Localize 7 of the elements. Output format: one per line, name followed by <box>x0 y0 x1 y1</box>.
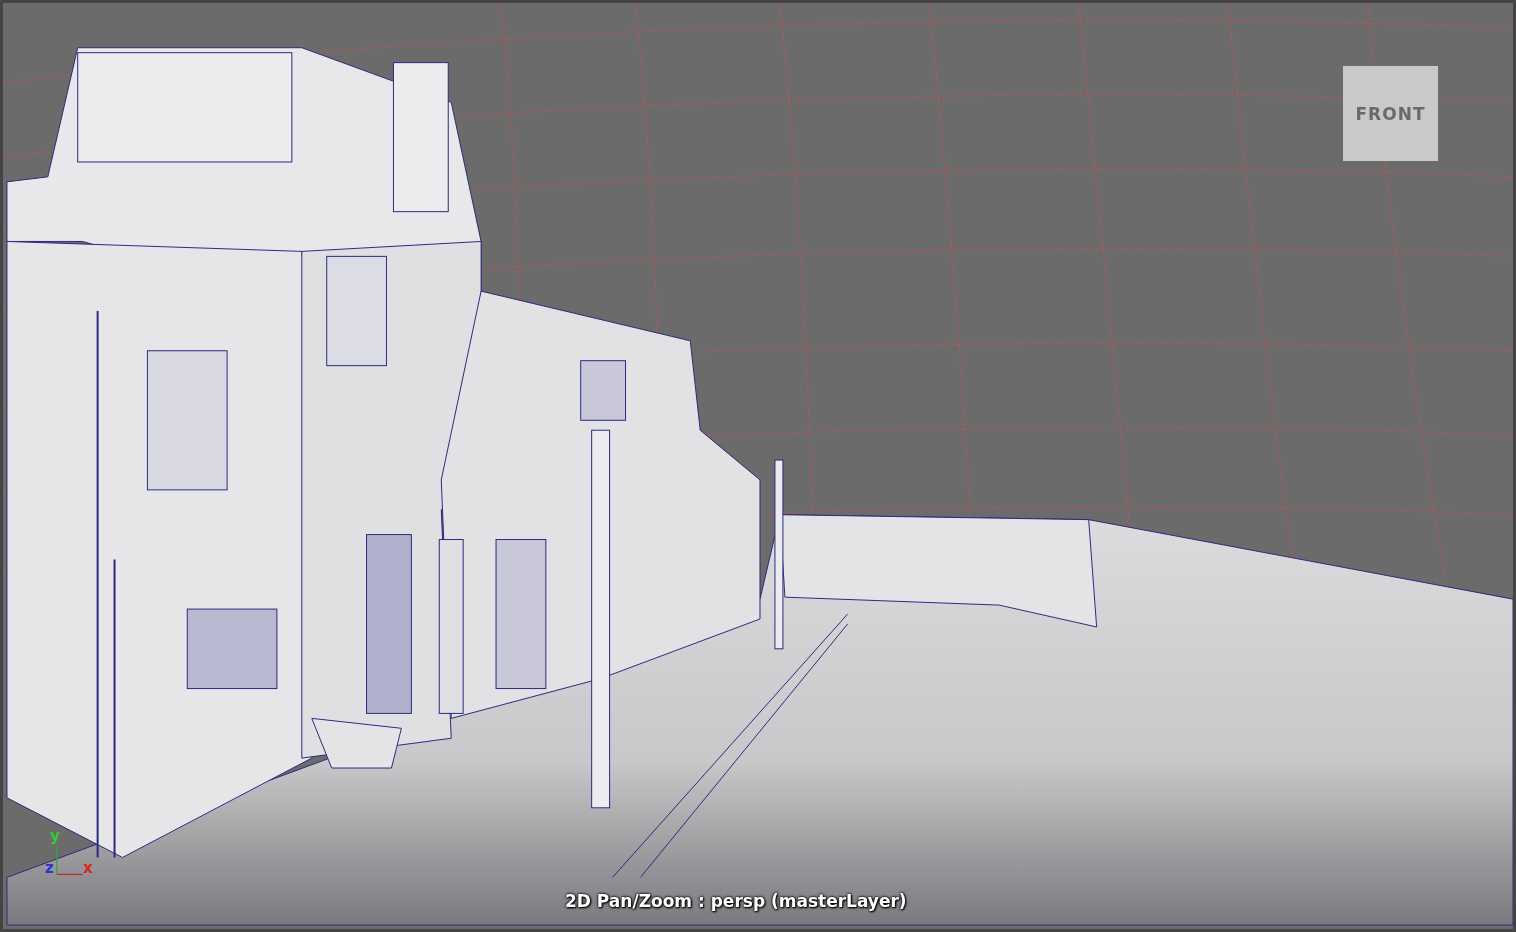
x-axis-label: x <box>83 861 93 876</box>
view-cube[interactable]: FRONT <box>1343 66 1438 161</box>
z-axis-label: z <box>45 861 54 876</box>
viewport[interactable]: FRONT y z x 2D Pan/Zoom : persp (masterLayer) <box>0 0 1516 932</box>
axis-drawing <box>56 844 84 875</box>
hud-label: 2D Pan/Zoom : persp (masterLayer) <box>565 891 907 911</box>
y-axis-label: y <box>50 829 60 844</box>
